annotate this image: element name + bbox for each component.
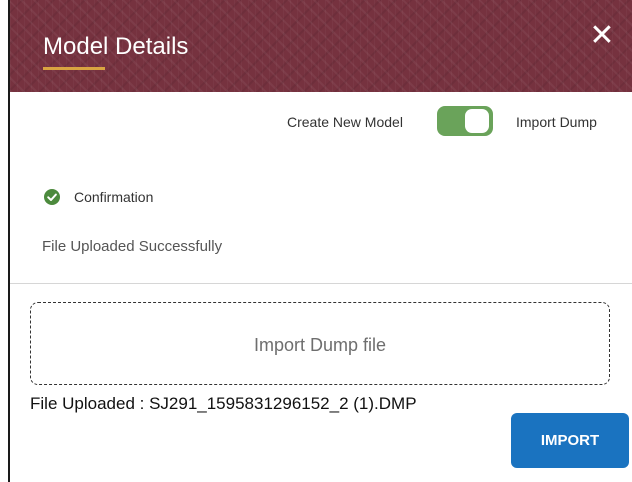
check-circle-icon: [44, 189, 60, 205]
mode-toggle-row: Create New Model Import Dump: [10, 106, 632, 138]
create-new-model-label: Create New Model: [287, 114, 403, 130]
import-dump-label: Import Dump: [516, 114, 597, 130]
confirmation-label: Confirmation: [74, 189, 154, 205]
model-details-dialog: Model Details ✕ Create New Model Import …: [0, 0, 632, 482]
section-divider: [10, 283, 632, 284]
upload-success-message: File Uploaded Successfully: [42, 238, 223, 255]
uploaded-file-name: File Uploaded : SJ291_1595831296152_2 (1…: [30, 394, 417, 413]
import-dump-dropzone[interactable]: Import Dump file: [30, 302, 610, 385]
dialog-header: Model Details ✕: [10, 0, 632, 92]
dialog-title: Model Details: [43, 33, 189, 60]
mode-toggle-switch[interactable]: [437, 106, 493, 136]
title-underline: [43, 67, 105, 70]
import-button[interactable]: IMPORT: [511, 413, 629, 468]
toggle-knob: [465, 109, 489, 133]
close-icon[interactable]: ✕: [588, 21, 616, 51]
dropzone-label: Import Dump file: [253, 335, 387, 355]
